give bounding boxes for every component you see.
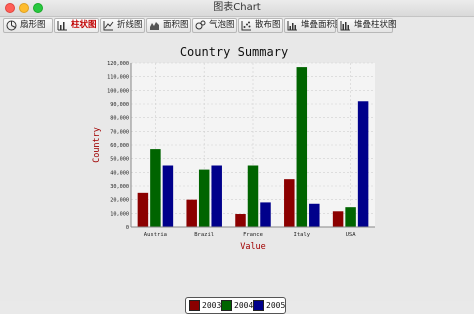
legend-label: 2003 xyxy=(202,301,222,310)
tab-bubble[interactable]: 气泡图 xyxy=(192,18,237,33)
bar-chart: Country Summary 0 10,000 20,000 30,000 40,00… xyxy=(92,45,375,252)
legend-item: 2004 xyxy=(221,300,254,311)
bar-italy-2003 xyxy=(284,179,295,227)
pie-chart-icon xyxy=(6,20,17,31)
tab-stacked-area[interactable]: 堆叠面积图 xyxy=(284,18,344,33)
bar-usa-2005 xyxy=(357,101,369,227)
area-chart-icon xyxy=(150,22,159,30)
stacked-area-chart-icon xyxy=(287,21,297,31)
y-tick-label: 110,000 xyxy=(107,75,129,81)
x-tick-label: Italy xyxy=(294,232,311,238)
scatter-chart-icon xyxy=(241,21,251,31)
y-tick-label: 70,000 xyxy=(110,129,129,135)
bar-france-2003 xyxy=(235,214,246,227)
legend-label: 2004 xyxy=(234,301,254,310)
x-tick-label: France xyxy=(243,232,263,238)
legend-swatch xyxy=(221,300,232,311)
stacked-bar-chart-icon xyxy=(340,21,350,31)
window-title: 图表Chart xyxy=(213,2,261,13)
title-bar[interactable]: 图表Chart xyxy=(0,0,474,17)
y-tick-label: 100,000 xyxy=(107,88,129,94)
bar-usa-2004 xyxy=(345,207,356,227)
tab-label: 散布图 xyxy=(255,20,281,30)
legend-swatch xyxy=(189,300,200,311)
tab-label: 扇形图 xyxy=(20,20,46,30)
legend-label: 2005 xyxy=(266,301,286,310)
bar-austria-2005 xyxy=(162,165,174,227)
tab-label: 面积图 xyxy=(163,20,189,30)
bar-italy-2004 xyxy=(296,67,308,227)
bar-brazil-2003 xyxy=(186,199,197,227)
legend-swatch xyxy=(253,300,264,311)
y-tick-label: 0 xyxy=(126,225,129,231)
bubble-chart-icon xyxy=(195,20,206,30)
legend-item: 2005 xyxy=(253,300,286,311)
y-tick-label: 30,000 xyxy=(110,184,129,190)
y-tick-label: 90,000 xyxy=(110,102,129,108)
bar-austria-2004 xyxy=(150,149,161,227)
chart-title: Country Summary xyxy=(180,45,288,59)
y-tick-label: 40,000 xyxy=(110,170,129,176)
y-tick-label: 60,000 xyxy=(110,143,129,149)
y-axis-label: Country xyxy=(92,127,102,163)
line-chart-icon xyxy=(103,21,114,31)
bar-austria-2003 xyxy=(137,192,149,227)
chart-legend: 2003 2004 2005 xyxy=(185,297,286,314)
x-tick-label: USA xyxy=(346,232,357,238)
tab-label: 堆叠柱状图 xyxy=(354,20,397,30)
bar-france-2005 xyxy=(260,202,271,227)
tab-area[interactable]: 面积图 xyxy=(146,18,191,33)
x-axis-label: Value xyxy=(240,242,266,252)
bar-italy-2005 xyxy=(309,203,320,227)
x-tick-label: Brazil xyxy=(194,232,214,238)
bar-brazil-2005 xyxy=(211,165,222,227)
chart-type-tabs: 扇形图 柱状图 折线图 面积图 气泡图 散布图 堆叠面积图 堆叠柱状图 xyxy=(3,18,471,34)
bar-france-2004 xyxy=(247,165,259,227)
y-tick-label: 50,000 xyxy=(110,157,129,163)
tab-label: 折线图 xyxy=(117,20,143,30)
legend-item: 2003 xyxy=(189,300,222,311)
x-tick-label: Austria xyxy=(144,232,167,238)
tab-line[interactable]: 折线图 xyxy=(100,18,145,33)
chart-panel: Country Summary 0 10,000 20,000 30,000 40,00… xyxy=(3,38,471,314)
bar-chart-icon xyxy=(57,21,67,31)
tab-stacked-bar[interactable]: 堆叠柱状图 xyxy=(337,18,397,33)
y-axis-ticks: 0 10,000 20,000 30,000 40,000 50,000 60,000 70,… xyxy=(107,61,129,231)
y-tick-label: 80,000 xyxy=(110,116,129,122)
tab-scatter[interactable]: 散布图 xyxy=(238,18,283,33)
x-axis-ticks: Austria Brazil France Italy USA xyxy=(144,232,356,238)
y-tick-label: 10,000 xyxy=(110,211,129,217)
bar-usa-2003 xyxy=(332,211,344,227)
bar-brazil-2004 xyxy=(198,169,210,227)
tab-label: 柱状图 xyxy=(71,20,97,30)
tab-pie[interactable]: 扇形图 xyxy=(3,18,53,33)
y-tick-label: 120,000 xyxy=(107,61,129,67)
chart-window: 图表Chart 扇形图 柱状图 折线图 面积图 气泡图 散布图 堆叠面积图 堆叠… xyxy=(0,0,474,314)
y-tick-label: 20,000 xyxy=(110,198,129,204)
tab-bar[interactable]: 柱状图 xyxy=(54,18,99,33)
tab-label: 气泡图 xyxy=(209,20,235,30)
